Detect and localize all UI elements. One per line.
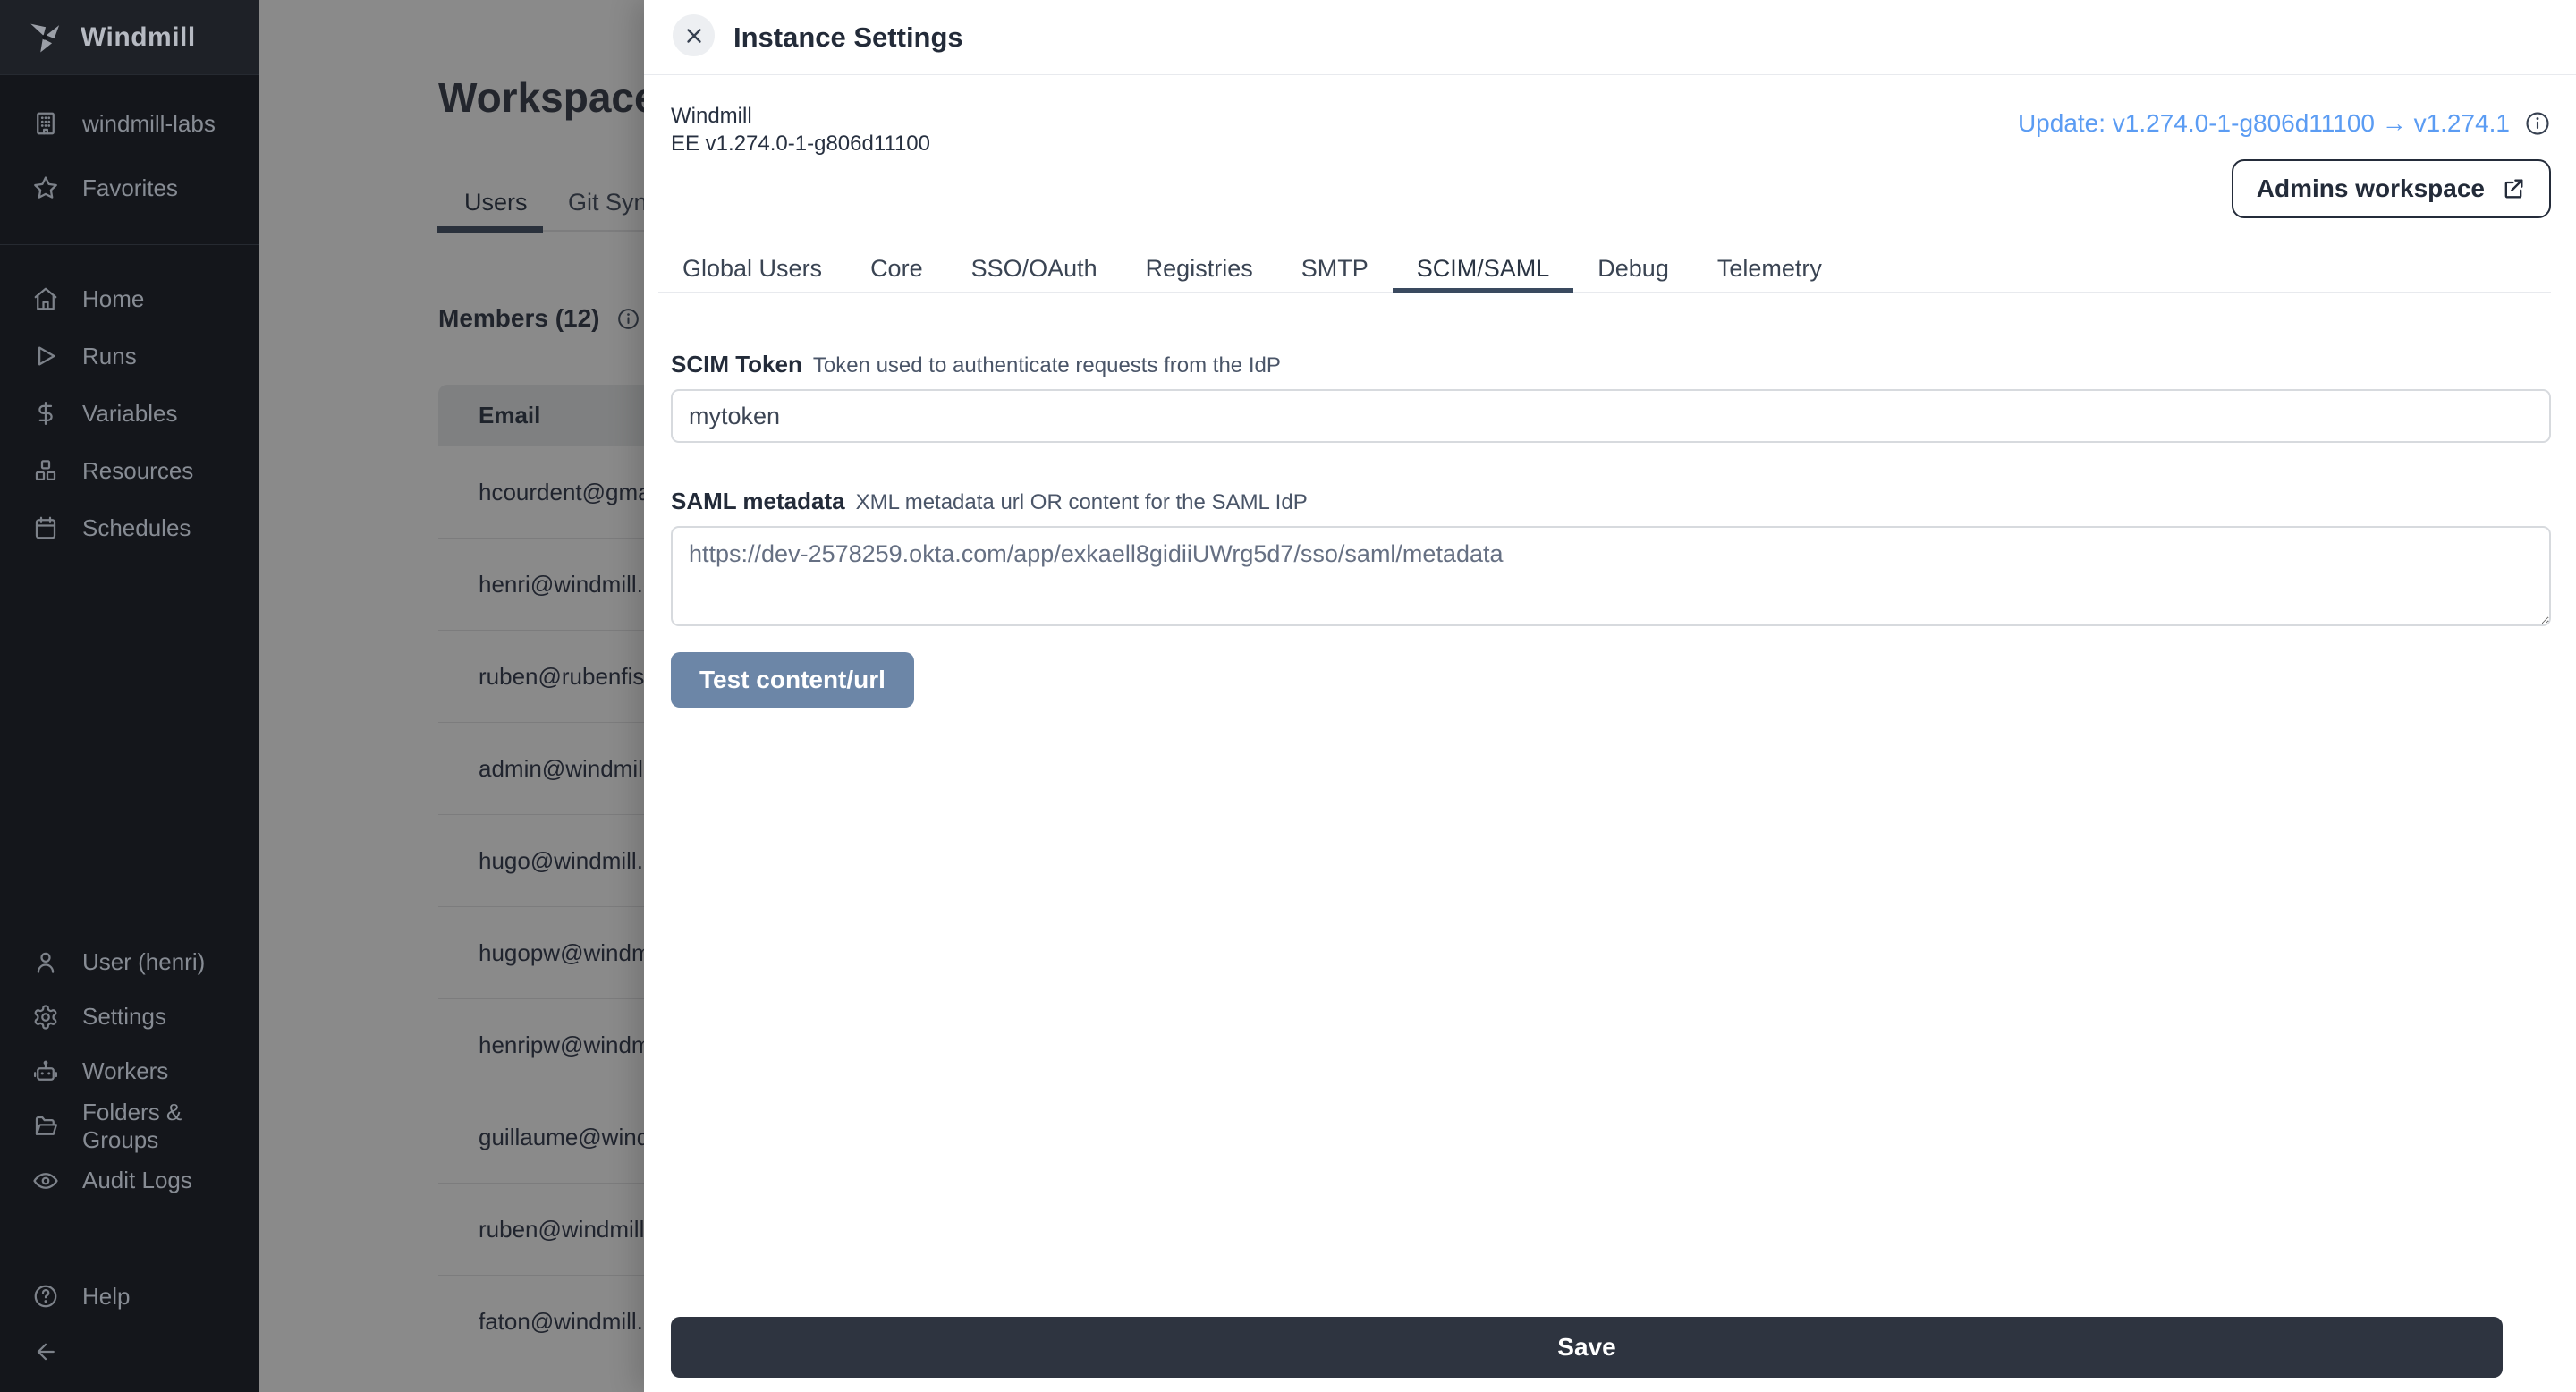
update-info-icon[interactable] [2524, 110, 2551, 137]
sidebar: Windmill windmill-labs Favorites Home [0, 0, 259, 1392]
sidebar-item-variables[interactable]: Variables [0, 385, 259, 442]
sidebar-item-runs[interactable]: Runs [0, 327, 259, 385]
sidebar-item-label: Favorites [82, 174, 178, 202]
windmill-logo-icon [25, 18, 64, 57]
help-icon [32, 1283, 59, 1310]
instance-settings-drawer: Instance Settings Windmill EE v1.274.0-1… [644, 0, 2576, 1392]
brand-name: Windmill [80, 22, 196, 53]
scim-token-description: Token used to authenticate requests from… [813, 353, 1281, 378]
sidebar-item-label: Variables [82, 400, 177, 428]
close-icon [682, 24, 706, 47]
tab-git-sync[interactable]: Git Sync [568, 189, 644, 216]
update-link[interactable]: Update: v1.274.0-1-g806d11100 → v1.274.1 [2018, 109, 2510, 138]
sidebar-item-settings[interactable]: Settings [0, 989, 259, 1044]
sidebar-item-user[interactable]: User (henri) [0, 935, 259, 989]
tab-core[interactable]: Core [846, 247, 947, 292]
tab-debug[interactable]: Debug [1573, 247, 1693, 292]
table-row[interactable]: guillaume@windm [438, 1091, 644, 1183]
members-table: Email hcourdent@gmail. henri@windmill.de… [438, 385, 644, 1367]
sidebar-item-label: Settings [82, 1003, 166, 1031]
sidebar-item-folders-groups[interactable]: Folders & Groups [0, 1099, 259, 1153]
sidebar-item-label: Home [82, 285, 144, 313]
boxes-icon [32, 457, 59, 484]
settings-tabbar: Global Users Core SSO/OAuth Registries S… [658, 247, 2551, 293]
home-icon [32, 285, 59, 312]
saml-metadata-description: XML metadata url OR content for the SAML… [856, 490, 1308, 515]
folder-open-icon [32, 1113, 59, 1140]
sidebar-item-resources[interactable]: Resources [0, 442, 259, 499]
table-row[interactable]: hugo@windmill.de [438, 814, 644, 906]
sidebar-item-label: Folders & Groups [82, 1099, 259, 1154]
scim-saml-form: SCIM Token Token used to authenticate re… [671, 293, 2551, 708]
tab-sso-oauth[interactable]: SSO/OAuth [947, 247, 1122, 292]
gear-icon [32, 1004, 59, 1031]
saml-metadata-textarea[interactable]: https://dev-2578259.okta.com/app/exkaell… [671, 526, 2551, 626]
sidebar-item-home[interactable]: Home [0, 270, 259, 327]
instance-version-block: Windmill EE v1.274.0-1-g806d11100 [671, 102, 930, 157]
table-row[interactable]: ruben@rubenfisze [438, 630, 644, 722]
user-icon [32, 949, 59, 976]
table-row[interactable]: faton@windmill.de [438, 1275, 644, 1367]
tab-registries[interactable]: Registries [1122, 247, 1277, 292]
tab-telemetry[interactable]: Telemetry [1693, 247, 1846, 292]
table-header-email: Email [438, 385, 644, 446]
save-button[interactable]: Save [671, 1317, 2503, 1378]
saml-metadata-label: SAML metadata [671, 488, 845, 515]
sidebar-item-favorites[interactable]: Favorites [0, 163, 259, 213]
robot-icon [32, 1058, 59, 1085]
table-row[interactable]: henripw@windmill [438, 998, 644, 1091]
admins-workspace-button[interactable]: Admins workspace [2232, 159, 2551, 218]
table-row[interactable]: henri@windmill.de [438, 538, 644, 630]
play-icon [32, 343, 59, 369]
arrow-left-icon [32, 1338, 59, 1365]
tab-scim-saml[interactable]: SCIM/SAML [1393, 247, 1574, 293]
tab-users[interactable]: Users [464, 189, 528, 216]
scim-token-input[interactable] [671, 389, 2551, 443]
sidebar-item-workers[interactable]: Workers [0, 1044, 259, 1099]
admins-workspace-label: Admins workspace [2257, 174, 2485, 203]
building-icon [32, 110, 59, 137]
sidebar-item-label: windmill-labs [82, 110, 216, 138]
table-row[interactable]: hcourdent@gmail. [438, 446, 644, 538]
update-row: Update: v1.274.0-1-g806d11100 → v1.274.1 [2018, 109, 2551, 138]
scim-token-label: SCIM Token [671, 351, 802, 378]
table-row[interactable]: admin@windmill.d [438, 722, 644, 814]
tab-global-users[interactable]: Global Users [658, 247, 846, 292]
sidebar-item-label: Help [82, 1283, 130, 1311]
dollar-icon [32, 400, 59, 427]
app-logo[interactable]: Windmill [0, 0, 259, 75]
members-heading: Members (12) [438, 304, 640, 333]
table-row[interactable]: ruben@windmill.d [438, 1183, 644, 1275]
sidebar-item-schedules[interactable]: Schedules [0, 499, 259, 556]
sidebar-item-workspace[interactable]: windmill-labs [0, 98, 259, 149]
sidebar-item-help[interactable]: Help [0, 1269, 259, 1324]
page-title: Workspace [438, 73, 644, 122]
edition-version: EE v1.274.0-1-g806d11100 [671, 130, 930, 157]
table-row[interactable]: hugopw@windmill [438, 906, 644, 998]
sidebar-item-label: Schedules [82, 514, 191, 542]
active-tab-underline [437, 226, 543, 233]
sidebar-item-label: Resources [82, 457, 193, 485]
test-content-url-button[interactable]: Test content/url [671, 652, 914, 708]
info-icon[interactable] [616, 307, 640, 331]
external-link-icon [2501, 176, 2526, 201]
sidebar-item-label: Workers [82, 1057, 168, 1085]
eye-icon [32, 1167, 59, 1194]
sidebar-item-label: Runs [82, 343, 137, 370]
sidebar-item-label: Audit Logs [82, 1167, 192, 1194]
drawer-header: Instance Settings [644, 0, 2576, 75]
close-button[interactable] [673, 14, 715, 56]
app-name: Windmill [671, 102, 930, 130]
drawer-title: Instance Settings [733, 0, 963, 75]
members-count: Members (12) [438, 304, 600, 333]
sidebar-collapse-button[interactable] [0, 1324, 259, 1379]
star-icon [32, 174, 59, 201]
modal-backdrop[interactable]: Workspace Users Git Sync Members (12) Em… [259, 0, 644, 1392]
calendar-icon [32, 514, 59, 541]
sidebar-item-audit-logs[interactable]: Audit Logs [0, 1153, 259, 1208]
tab-smtp[interactable]: SMTP [1277, 247, 1393, 292]
sidebar-item-label: User (henri) [82, 948, 205, 976]
